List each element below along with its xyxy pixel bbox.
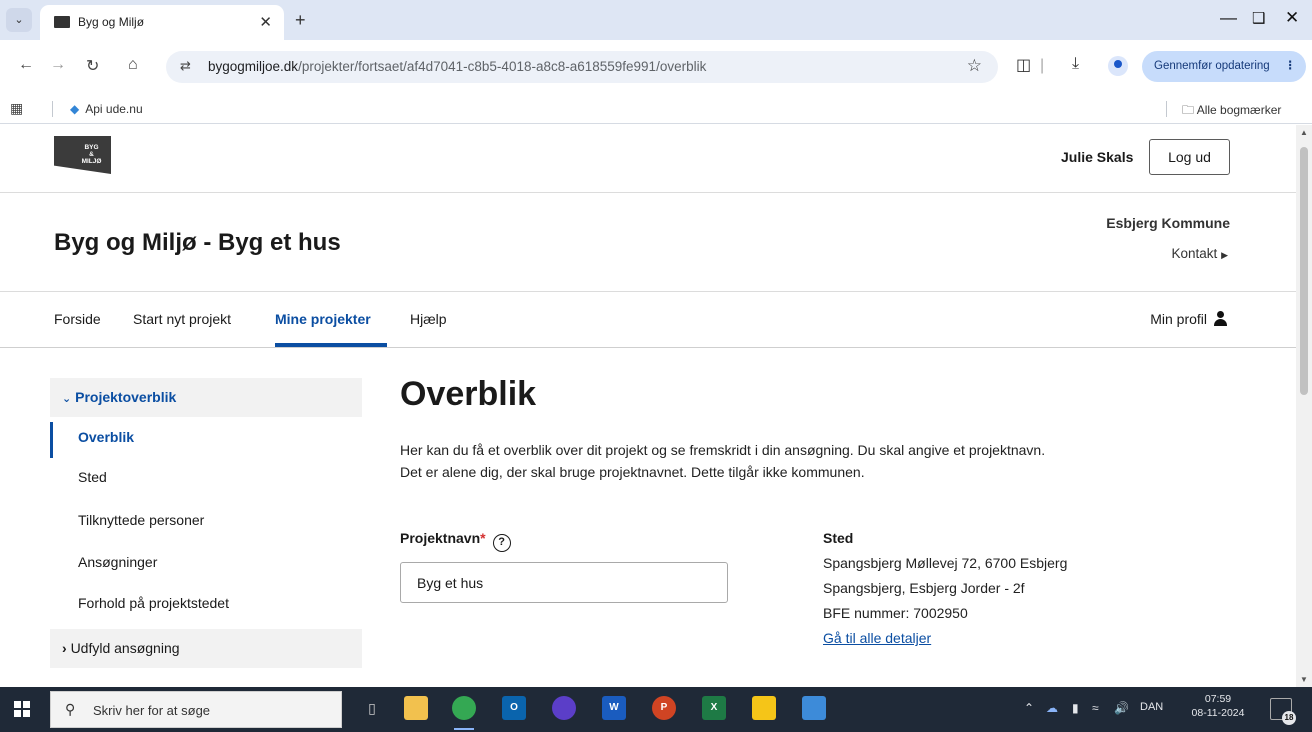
site-title: Byg og Miljø - Byg et hus xyxy=(54,229,341,256)
notification-badge: 18 xyxy=(1282,711,1296,725)
system-clock[interactable]: 07:59 08-11-2024 xyxy=(1186,692,1250,720)
project-name-label: Projektnavn*? xyxy=(400,530,511,552)
page-scrollbar[interactable]: ▲ ▼ xyxy=(1296,125,1312,687)
file-explorer-icon[interactable] xyxy=(404,696,428,720)
sidebar-active-indicator xyxy=(50,422,53,458)
main-navigation: Forside Start nyt projekt Mine projekter… xyxy=(0,292,1296,347)
back-icon[interactable]: ← xyxy=(18,56,34,74)
details-link[interactable]: Gå til alle detaljer xyxy=(823,630,931,646)
tab-search-icon[interactable]: ⌄ xyxy=(6,8,32,32)
bookmark-separator xyxy=(1166,101,1167,117)
taskbar-search-placeholder: Skriv her for at søge xyxy=(93,703,211,718)
address-bar[interactable]: ⇄ bygogmiljoe.dk/projekter/fortsaet/af4d… xyxy=(166,51,998,83)
my-profile-link[interactable]: Min profil xyxy=(1150,311,1228,327)
chevron-down-icon: ⌄ xyxy=(62,393,72,405)
nav-item-mine-projekter[interactable]: Mine projekter xyxy=(275,311,371,327)
favicon-icon xyxy=(54,16,70,28)
all-bookmarks-folder[interactable]: 🗀 Alle bogmærker xyxy=(1182,101,1281,122)
photos-icon[interactable] xyxy=(802,696,826,720)
profile-icon[interactable] xyxy=(1108,56,1128,76)
contact-link[interactable]: Kontakt ▶ xyxy=(1172,246,1228,261)
divider xyxy=(0,347,1296,348)
minimize-icon[interactable]: — xyxy=(1220,8,1237,28)
page-heading: Overblik xyxy=(400,375,537,413)
scroll-down-icon[interactable]: ▼ xyxy=(1300,675,1308,684)
sidebar-item-tilknyttede-personer[interactable]: Tilknyttede personer xyxy=(78,512,204,528)
powerpoint-icon[interactable]: P xyxy=(652,696,676,720)
folder-icon: 🗀 xyxy=(1182,103,1195,117)
url-text: bygogmiljoe.dk/projekter/fortsaet/af4d70… xyxy=(208,59,707,74)
taskbar-search[interactable]: ⚲ Skriv her for at søge xyxy=(50,691,342,728)
tab-title: Byg og Miljø xyxy=(78,15,145,29)
onedrive-icon[interactable]: ☁ xyxy=(1046,701,1058,715)
update-button-label: Gennemfør opdatering xyxy=(1154,60,1270,72)
task-view-icon[interactable]: ▯ xyxy=(360,696,384,720)
project-name-input[interactable] xyxy=(400,562,728,603)
battery-icon[interactable]: ▮ xyxy=(1072,701,1079,715)
place-address: Spangsbjerg Møllevej 72, 6700 Esbjerg xyxy=(823,555,1068,571)
excel-icon[interactable]: X xyxy=(702,696,726,720)
tray-chevron-icon[interactable]: ⌃ xyxy=(1024,701,1034,715)
divider xyxy=(0,192,1296,193)
nav-item-hjaelp[interactable]: Hjælp xyxy=(410,311,447,327)
scroll-up-icon[interactable]: ▲ xyxy=(1300,128,1308,137)
volume-icon[interactable]: 🔊 xyxy=(1114,701,1129,715)
forward-icon[interactable]: → xyxy=(50,56,66,74)
network-icon[interactable]: ≈ xyxy=(1092,701,1099,715)
sticky-notes-icon[interactable] xyxy=(752,696,776,720)
sidebar-group-udfyld-ansoegning[interactable]: › Udfyld ansøgning xyxy=(50,629,362,668)
search-icon: ⚲ xyxy=(65,701,76,717)
restore-icon[interactable]: ❑ xyxy=(1252,9,1265,27)
reload-icon[interactable]: ↻ xyxy=(86,56,99,76)
sidebar-item-ansoegninger[interactable]: Ansøgninger xyxy=(78,554,157,570)
site-settings-icon[interactable]: ⇄ xyxy=(180,58,191,74)
help-icon[interactable]: ? xyxy=(492,534,511,552)
apps-grid-icon[interactable]: ▦ xyxy=(10,100,23,117)
sidebar-item-overblik[interactable]: Overblik xyxy=(78,429,134,445)
required-marker: * xyxy=(480,530,486,546)
person-icon xyxy=(1213,311,1228,326)
vpn-shield-icon[interactable] xyxy=(552,696,576,720)
bookmark-item[interactable]: ◆ Api ude.nu xyxy=(70,102,143,116)
more-icon[interactable]: ⋮ xyxy=(1285,51,1297,82)
windows-taskbar: ⚲ Skriv her for at søge ▯ O W P X ⌃ ☁ ▮ … xyxy=(0,687,1312,732)
scroll-thumb[interactable] xyxy=(1300,147,1308,395)
place-cadastre: Spangsbjerg, Esbjerg Jorder - 2f xyxy=(823,580,1025,596)
word-icon[interactable]: W xyxy=(602,696,626,720)
browser-tab[interactable]: Byg og Miljø ✕ xyxy=(40,5,284,40)
bookmark-separator xyxy=(52,101,53,117)
intro-text: Her kan du få et overblik over dit proje… xyxy=(400,442,1046,480)
toolbar-separator: | xyxy=(1040,57,1045,74)
update-button[interactable]: Gennemfør opdatering ⋮ xyxy=(1142,51,1306,82)
user-name: Julie Skals xyxy=(1061,149,1134,165)
nav-item-start-nyt-projekt[interactable]: Start nyt projekt xyxy=(133,311,231,327)
close-icon[interactable]: ✕ xyxy=(259,13,272,31)
home-icon[interactable]: ⌂ xyxy=(128,56,138,74)
sidebar-item-sted[interactable]: Sted xyxy=(78,469,107,485)
extensions-icon[interactable]: ◫ xyxy=(1016,55,1031,75)
windows-start-icon[interactable] xyxy=(14,701,30,717)
bookmark-favicon-icon: ◆ xyxy=(70,102,80,116)
logout-button[interactable]: Log ud xyxy=(1149,139,1230,175)
sidebar-item-forhold[interactable]: Forhold på projektstedet xyxy=(78,595,229,611)
bookmark-star-icon[interactable]: ☆ xyxy=(967,56,982,76)
municipality-name: Esbjerg Kommune xyxy=(1106,215,1230,231)
web-page: BYG & MILJØ Julie Skals Log ud Byg og Mi… xyxy=(0,125,1296,687)
place-title: Sted xyxy=(823,530,854,546)
outlook-icon[interactable]: O xyxy=(502,696,526,720)
window-close-icon[interactable]: ✕ xyxy=(1285,8,1299,28)
chevron-right-icon: › xyxy=(62,640,67,656)
nav-item-forside[interactable]: Forside xyxy=(54,311,101,327)
browser-tab-bar: ⌄ Byg og Miljø ✕ + — ❑ ✕ xyxy=(0,0,1312,40)
place-bfe-number: BFE nummer: 7002950 xyxy=(823,605,968,621)
chrome-icon[interactable] xyxy=(452,696,476,730)
browser-toolbar: ← → ↻ ⌂ ⇄ bygogmiljoe.dk/projekter/forts… xyxy=(0,40,1312,94)
language-indicator[interactable]: DAN xyxy=(1140,701,1163,713)
site-logo[interactable]: BYG & MILJØ xyxy=(54,136,111,174)
download-icon[interactable]: ⤓ xyxy=(1072,55,1079,73)
sidebar-group-projektoverblik[interactable]: ⌄ Projektoverblik xyxy=(50,378,362,417)
plus-icon[interactable]: + xyxy=(295,10,306,31)
chevron-right-icon: ▶ xyxy=(1221,250,1228,260)
bookmarks-bar: ▦ ◆ Api ude.nu 🗀 Alle bogmærker xyxy=(0,94,1312,124)
